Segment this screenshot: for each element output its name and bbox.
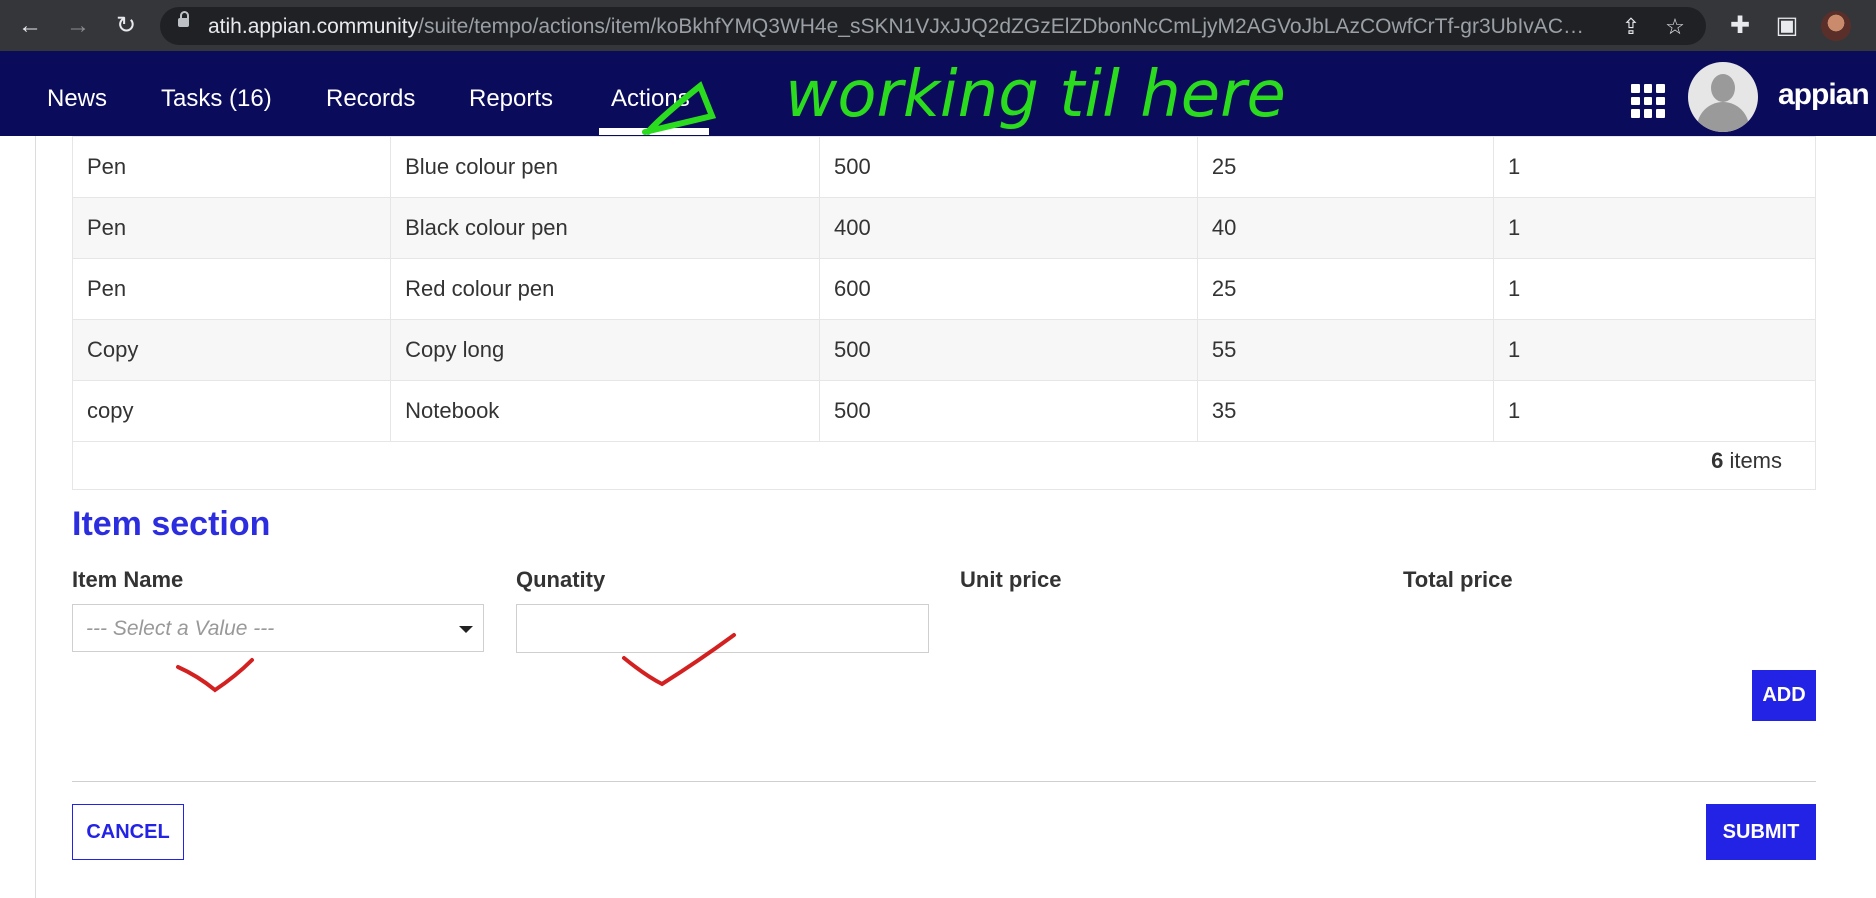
forward-icon[interactable]: →: [62, 10, 94, 42]
apps-grid-icon[interactable]: [1631, 84, 1665, 118]
star-icon[interactable]: ☆: [1660, 12, 1690, 42]
table-row: Pen Blue colour pen 500 25 1: [71, 136, 1817, 198]
reload-icon[interactable]: ↻: [110, 10, 142, 42]
total-price-label: Total price: [1403, 567, 1513, 592]
tab-tasks[interactable]: Tasks (16): [161, 85, 272, 113]
cell-count: 1: [1492, 319, 1817, 381]
item-name-label: Item Name: [72, 567, 184, 592]
lock-icon[interactable]: [178, 11, 189, 27]
form-divider: [72, 781, 1816, 782]
cell-item: Pen: [71, 258, 392, 320]
cell-price: 25: [1196, 136, 1494, 198]
section-title: Item section: [72, 505, 271, 543]
cell-description: Blue colour pen: [390, 136, 821, 198]
items-count: 6 items: [1711, 448, 1782, 473]
submit-button[interactable]: SUBMIT: [1706, 804, 1816, 860]
cell-item: Copy: [71, 319, 392, 381]
cancel-button[interactable]: CANCEL: [72, 804, 184, 860]
cell-item: Pen: [71, 197, 392, 259]
cell-quantity: 500: [819, 136, 1198, 198]
quantity-input[interactable]: [516, 604, 929, 653]
app-header: News Tasks (16) Records Reports Actions: [0, 51, 1876, 136]
dropdown-caret-icon: [459, 626, 473, 633]
add-button[interactable]: ADD: [1752, 670, 1816, 721]
cell-count: 1: [1492, 197, 1817, 259]
browser-profile-avatar[interactable]: [1821, 11, 1851, 41]
user-avatar-icon[interactable]: [1688, 62, 1758, 132]
address-bar[interactable]: atih.appian.community/suite/tempo/action…: [160, 7, 1706, 45]
items-grid: Pen Blue colour pen 500 25 1 Pen Black c…: [71, 136, 1817, 442]
tab-records[interactable]: Records: [326, 85, 415, 113]
cell-description: Red colour pen: [390, 258, 821, 320]
unit-price-label: Unit price: [960, 567, 1062, 592]
cell-count: 1: [1492, 136, 1817, 198]
cell-price: 40: [1196, 197, 1494, 259]
cell-price: 25: [1196, 258, 1494, 320]
browser-toolbar: ← → ↻ atih.appian.community/suite/tempo/…: [0, 0, 1876, 51]
checkmark-item-name: [176, 658, 254, 693]
item-name-dropdown[interactable]: --- Select a Value ---: [72, 604, 484, 652]
cell-quantity: 500: [819, 319, 1198, 381]
appian-logo: appian: [1778, 78, 1870, 111]
cell-count: 1: [1492, 258, 1817, 320]
tab-actions[interactable]: Actions: [611, 85, 690, 113]
tab-news[interactable]: News: [47, 85, 107, 113]
content-left-border: [35, 136, 36, 898]
quantity-label: Qunatity: [516, 567, 606, 592]
sidebar-icon[interactable]: ▣: [1771, 10, 1803, 42]
back-icon[interactable]: ←: [14, 10, 46, 42]
cell-quantity: 400: [819, 197, 1198, 259]
active-tab-indicator: [599, 128, 709, 135]
table-row: Pen Black colour pen 400 40 1: [71, 197, 1817, 259]
table-row: Pen Red colour pen 600 25 1: [71, 258, 1817, 320]
grid-footer: 6 items: [72, 433, 1816, 490]
cell-description: Copy long: [390, 319, 821, 381]
url-text[interactable]: atih.appian.community/suite/tempo/action…: [208, 15, 1593, 39]
dropdown-placeholder: --- Select a Value ---: [86, 617, 275, 640]
cell-quantity: 600: [819, 258, 1198, 320]
table-row: Copy Copy long 500 55 1: [71, 319, 1817, 381]
cell-item: Pen: [71, 136, 392, 198]
cell-description: Black colour pen: [390, 197, 821, 259]
cell-price: 55: [1196, 319, 1494, 381]
share-icon[interactable]: ⇪: [1616, 12, 1646, 42]
tab-reports[interactable]: Reports: [469, 85, 553, 113]
extensions-icon[interactable]: ✚: [1724, 10, 1756, 42]
